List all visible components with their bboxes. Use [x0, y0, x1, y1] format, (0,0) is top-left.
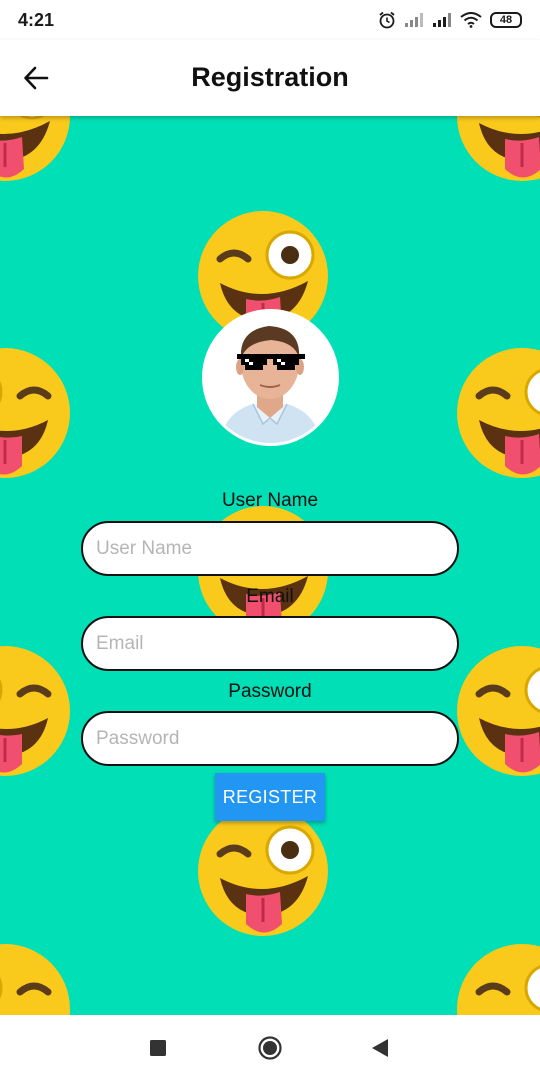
status-icons: 48: [378, 11, 522, 29]
register-button[interactable]: REGISTER: [215, 773, 325, 821]
emoji-background-icon: [0, 646, 70, 776]
alarm-icon: [378, 11, 396, 29]
battery-icon: 48: [490, 12, 522, 28]
triangle-back-icon[interactable]: [371, 1038, 389, 1063]
status-time: 4:21: [18, 9, 55, 30]
emoji-background-icon: [457, 116, 540, 181]
email-label: Email: [246, 586, 294, 607]
emoji-background-icon: [457, 944, 540, 1015]
emoji-background-icon: [198, 806, 328, 936]
signal-icon: [432, 12, 452, 28]
emoji-background-icon: [0, 944, 70, 1015]
password-label: Password: [228, 681, 312, 702]
status-bar: 4:21 48: [0, 0, 540, 40]
app-bar: Registration: [0, 40, 540, 116]
page-title: Registration: [191, 62, 349, 92]
email-input[interactable]: [81, 616, 459, 671]
registration-form-area: User Name Email Password REGISTER: [0, 116, 540, 1015]
emoji-background-icon: [0, 116, 70, 181]
username-input[interactable]: [81, 521, 459, 576]
username-label: User Name: [221, 490, 319, 511]
signal-icon: [404, 12, 424, 28]
emoji-background-icon: [0, 348, 70, 478]
password-input[interactable]: [81, 711, 459, 766]
wifi-icon: [460, 12, 482, 28]
circle-home-icon[interactable]: [258, 1036, 282, 1065]
system-nav-bar: [0, 1015, 540, 1080]
emoji-background-icon: [457, 646, 540, 776]
square-recents-icon[interactable]: [149, 1039, 167, 1062]
avatar[interactable]: [202, 309, 339, 446]
profile-photo-icon: [205, 312, 336, 443]
emoji-background-icon: [457, 348, 540, 478]
